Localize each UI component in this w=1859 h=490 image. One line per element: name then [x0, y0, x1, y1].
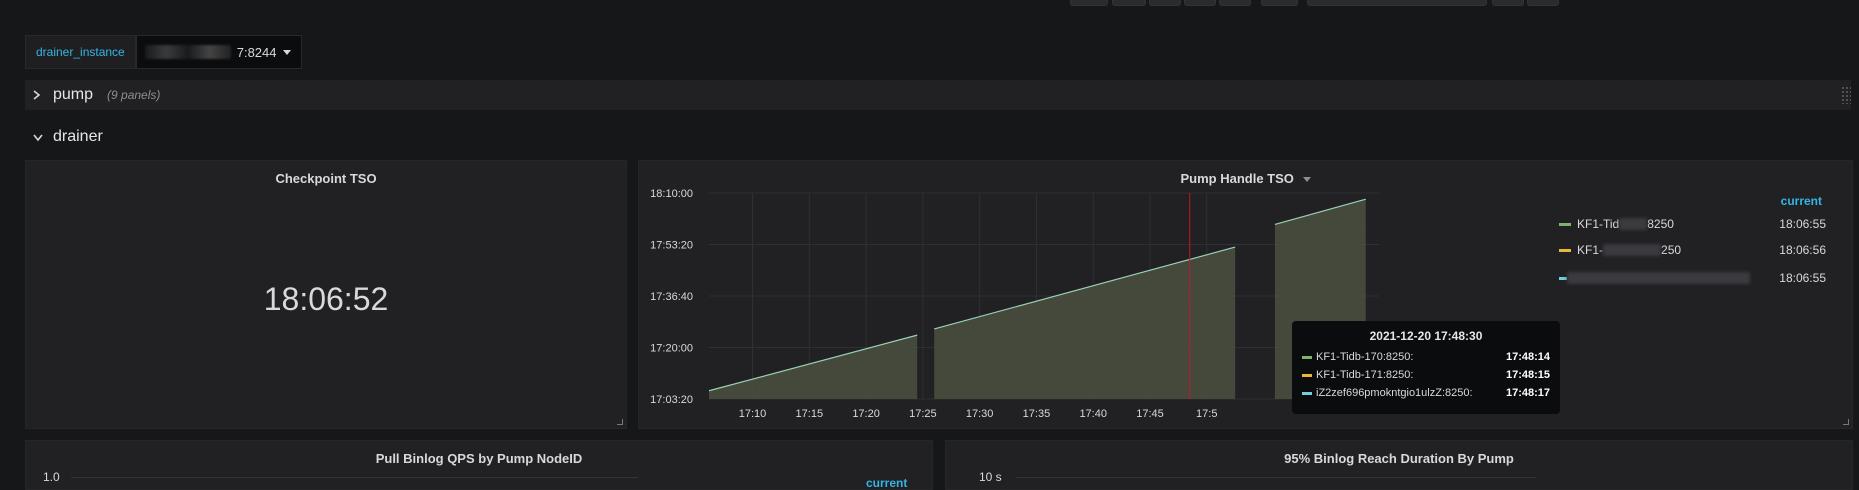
- toolbar-button[interactable]: [1219, 0, 1251, 6]
- tooltip-series: KF1-Tidb-170:8250:: [1316, 351, 1414, 363]
- caret-down-icon: [282, 49, 291, 55]
- y-tick-label: 17:53:20: [650, 240, 693, 252]
- template-variable: drainer_instance 7:8244: [25, 35, 302, 69]
- legend-value: 18:06:56: [1779, 243, 1826, 257]
- series-color: [1302, 355, 1312, 359]
- series-color: [1302, 391, 1312, 395]
- y-tick-label: 18:10:00: [650, 188, 693, 200]
- x-tick-label: 17:40: [1079, 408, 1107, 420]
- y-axis-top-label: 10 s: [979, 470, 1002, 484]
- y-axis-top-label: 1.0: [43, 470, 60, 484]
- x-tick-label: 17:35: [1023, 408, 1051, 420]
- series-color: [1559, 248, 1571, 252]
- panel-pump-handle-tso: Pump Handle TSO 18:10:00 17:53:20 17:36:40…: [638, 160, 1853, 429]
- tooltip-value: 17:48:17: [1505, 387, 1550, 399]
- legend-suffix: 8250: [1647, 217, 1674, 231]
- y-axis-gridline: [1016, 477, 1536, 478]
- resize-handle-icon[interactable]: [617, 419, 623, 425]
- tooltip-value: 17:48:14: [1505, 351, 1550, 363]
- redacted-text: [1603, 244, 1662, 256]
- tooltip-row: KF1-Tidb-171:8250: 17:48:15: [1302, 366, 1550, 384]
- y-axis-gridline: [71, 477, 638, 478]
- row-title: drainer: [53, 128, 103, 145]
- redacted-text: [1567, 272, 1750, 284]
- variable-value: 7:8244: [236, 44, 277, 60]
- panel-title[interactable]: Pull Binlog QPS by Pump NodeID: [26, 451, 932, 466]
- toolbar-button[interactable]: [1184, 0, 1216, 6]
- x-tick-label: 17:30: [966, 408, 994, 420]
- legend-header[interactable]: current: [1781, 194, 1822, 208]
- x-tick-label: 17:15: [796, 408, 824, 420]
- panel-title[interactable]: Checkpoint TSO: [26, 171, 626, 186]
- legend-item[interactable]: 18:06:55: [1559, 267, 1854, 289]
- variable-dropdown[interactable]: 7:8244: [135, 35, 302, 69]
- x-tick-label: 17:5: [1196, 408, 1217, 420]
- drag-handle-icon[interactable]: [1841, 86, 1851, 104]
- tooltip-series: iZ2zef696pmokntgio1ulzZ:8250:: [1316, 387, 1473, 399]
- legend-value: 18:06:55: [1779, 271, 1826, 285]
- tooltip-row: iZ2zef696pmokntgio1ulzZ:8250: 17:48:17: [1302, 384, 1550, 402]
- y-tick-label: 17:36:40: [650, 291, 693, 303]
- panel-binlog-reach-duration: 95% Binlog Reach Duration By Pump 10 s: [945, 440, 1853, 490]
- series-color: [1559, 222, 1571, 226]
- panel-title[interactable]: 95% Binlog Reach Duration By Pump: [946, 451, 1852, 466]
- series-color: [1302, 373, 1312, 377]
- series-area: [709, 335, 918, 399]
- resize-handle-icon[interactable]: [1843, 419, 1849, 425]
- row-drainer[interactable]: drainer: [25, 122, 1851, 152]
- y-tick-label: 17:20:00: [650, 343, 693, 355]
- panel-checkpoint-tso: Checkpoint TSO 18:06:52: [25, 160, 627, 429]
- legend-item[interactable]: KF1- 250 18:06:56: [1559, 239, 1854, 261]
- toolbar-button[interactable]: [1149, 0, 1181, 6]
- x-tick-label: 17:10: [739, 408, 767, 420]
- row-pump[interactable]: pump (9 panels): [25, 80, 1851, 110]
- x-tick-label: 17:25: [909, 408, 937, 420]
- graph-tooltip: 2021-12-20 17:48:30 KF1-Tidb-170:8250: 1…: [1292, 321, 1560, 414]
- legend-item[interactable]: KF1-Tid 8250 18:06:55: [1559, 213, 1854, 235]
- variable-label: drainer_instance: [25, 35, 136, 69]
- tooltip-row: KF1-Tidb-170:8250: 17:48:14: [1302, 348, 1550, 366]
- zoom-button[interactable]: [1492, 0, 1524, 6]
- legend-value: 18:06:55: [1779, 217, 1826, 231]
- panel-pull-binlog-qps: Pull Binlog QPS by Pump NodeID 1.0 curre…: [25, 440, 933, 490]
- row-panel-count: (9 panels): [107, 88, 161, 102]
- y-tick-label: 17:03:20: [650, 394, 693, 406]
- legend-header[interactable]: current: [866, 476, 907, 490]
- time-range-picker[interactable]: [1307, 0, 1487, 6]
- chevron-right-icon: [33, 88, 51, 103]
- legend-name: KF1-Tid: [1577, 217, 1620, 231]
- series-color: [1559, 276, 1567, 280]
- row-title: pump: [53, 86, 94, 103]
- x-tick-label: 17:45: [1136, 408, 1164, 420]
- toolbar-button[interactable]: [1261, 0, 1298, 6]
- x-tick-label: 17:20: [852, 408, 880, 420]
- tooltip-value: 17:48:15: [1505, 369, 1550, 381]
- toolbar-button[interactable]: [1070, 0, 1108, 6]
- tooltip-time: 2021-12-20 17:48:30: [1369, 329, 1483, 343]
- singlestat-value: 18:06:52: [263, 281, 389, 317]
- redacted-text: [1619, 218, 1648, 230]
- chevron-down-icon: [33, 130, 51, 145]
- redacted-text: [144, 45, 231, 59]
- legend-suffix: 250: [1661, 243, 1682, 257]
- toolbar-button[interactable]: [1112, 0, 1146, 6]
- refresh-button[interactable]: [1527, 0, 1559, 6]
- top-toolbar: [0, 0, 1859, 14]
- tooltip-series: KF1-Tidb-171:8250:: [1316, 369, 1414, 381]
- legend-name: KF1-: [1577, 243, 1604, 257]
